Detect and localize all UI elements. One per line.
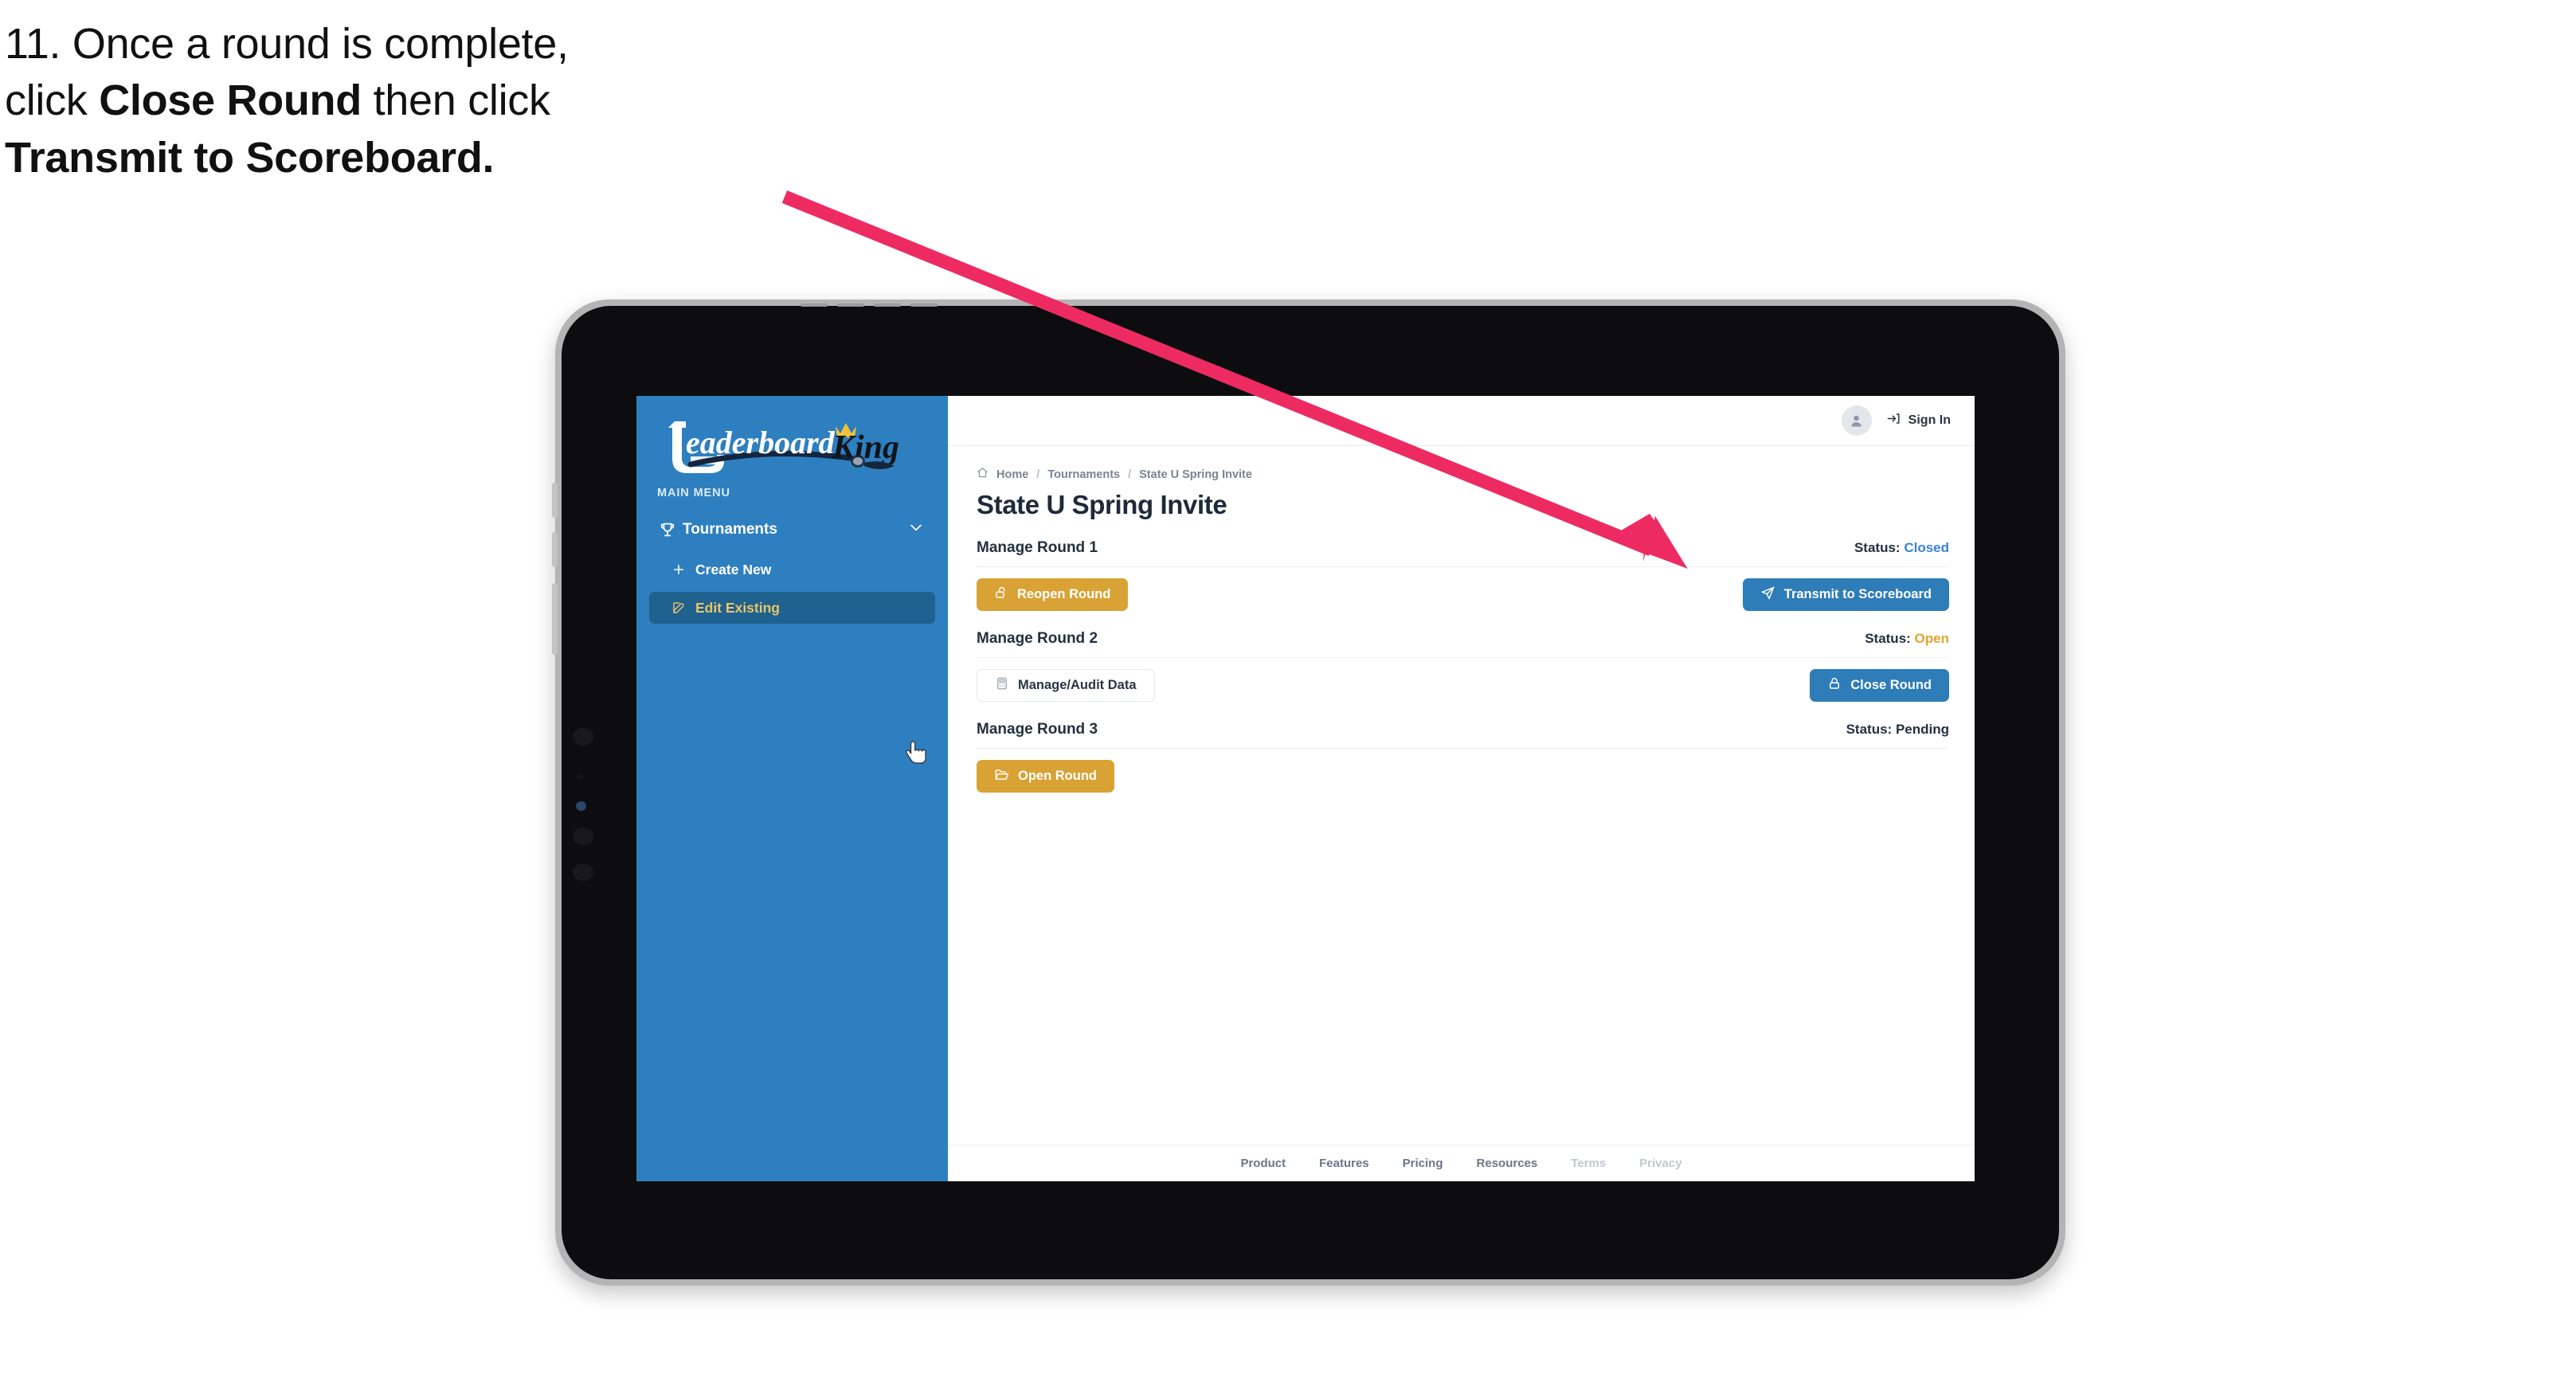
divider	[977, 657, 1949, 658]
tablet-side-button[interactable]	[552, 483, 558, 518]
calculator-icon	[995, 676, 1009, 695]
tablet-sensor	[573, 828, 593, 845]
app-logo[interactable]: eaderboard King	[636, 396, 948, 476]
top-bar: Sign In	[948, 396, 1975, 446]
caption-line-1-text: 11. Once a round is complete,	[5, 20, 569, 68]
breadcrumb-separator: /	[1128, 468, 1132, 481]
sidebar-item-create-new[interactable]: Create New	[649, 554, 935, 585]
leaderboardking-logo-icon: eaderboard King	[668, 417, 899, 473]
caption-line-1: 11. Once a round is complete,	[5, 16, 849, 72]
transmit-to-scoreboard-button[interactable]: Transmit to Scoreboard	[1742, 578, 1949, 611]
caption-line-3-bold: Transmit to Scoreboard.	[5, 133, 495, 182]
caption-line-2-bold: Close Round	[99, 76, 362, 125]
user-avatar-icon[interactable]	[1841, 405, 1872, 436]
sidebar: eaderboard King MAIN MENU Tournaments Cr…	[636, 396, 948, 1181]
caption-line-2-post: then click	[361, 76, 550, 125]
footer-link-resources[interactable]: Resources	[1477, 1157, 1538, 1170]
round-3-name: Manage Round 3	[977, 721, 1098, 738]
page-content: Home / Tournaments / State U Spring Invi…	[948, 446, 1975, 1145]
sidebar-item-tournaments[interactable]: Tournaments	[649, 512, 935, 547]
round-2-status: Status: Open	[1865, 631, 1949, 647]
close-round-label: Close Round	[1850, 678, 1932, 692]
plus-icon	[671, 562, 695, 577]
sidebar-section-label: MAIN MENU	[657, 487, 730, 499]
footer-link-terms[interactable]: Terms	[1571, 1157, 1606, 1170]
footer-link-privacy[interactable]: Privacy	[1639, 1157, 1681, 1170]
round-2-status-value: Open	[1914, 631, 1949, 646]
open-round-label: Open Round	[1018, 769, 1097, 783]
footer-link-features[interactable]: Features	[1319, 1157, 1369, 1170]
unlock-icon	[994, 585, 1008, 604]
reopen-round-button[interactable]: Reopen Round	[977, 578, 1129, 611]
tablet-sensor	[577, 773, 584, 779]
round-header: Manage Round 3 Status: Pending	[977, 721, 1949, 738]
sidebar-item-edit-existing[interactable]: Edit Existing	[649, 592, 935, 624]
sign-in-button[interactable]: Sign In	[1886, 411, 1951, 430]
divider	[977, 566, 1949, 567]
sidebar-item-create-new-label: Create New	[695, 561, 772, 578]
open-round-button[interactable]: Open Round	[977, 760, 1114, 793]
caption-line-2: click Close Round then click	[5, 72, 849, 129]
edit-pencil-icon	[671, 601, 695, 615]
round-3-status-value: Pending	[1895, 722, 1949, 737]
round-2-name: Manage Round 2	[977, 630, 1098, 647]
svg-text:King: King	[832, 429, 899, 466]
main-content: Sign In Home / Tournaments / State U Spr…	[948, 396, 1975, 1181]
reopen-round-label: Reopen Round	[1017, 587, 1111, 601]
round-block-3: Manage Round 3 Status: Pending Open Roun…	[977, 721, 1949, 793]
round-3-status-label: Status:	[1846, 722, 1893, 737]
round-2-actions: Manage/Audit Data Close Round	[977, 669, 1949, 702]
round-block-2: Manage Round 2 Status: Open Manage/Audit…	[977, 630, 1949, 702]
round-2-status-label: Status:	[1865, 631, 1911, 646]
trophy-icon	[659, 521, 683, 538]
tablet-volume-up-button[interactable]	[552, 532, 558, 567]
home-icon[interactable]	[977, 467, 989, 482]
round-3-actions: Open Round	[977, 760, 1949, 793]
round-header: Manage Round 2 Status: Open	[977, 630, 1949, 648]
breadcrumb: Home / Tournaments / State U Spring Invi…	[977, 467, 1949, 482]
divider	[977, 748, 1949, 749]
round-1-status-label: Status:	[1854, 540, 1901, 555]
round-1-status: Status: Closed	[1854, 540, 1949, 556]
open-folder-icon	[994, 767, 1009, 786]
footer-link-product[interactable]: Product	[1240, 1157, 1286, 1170]
close-round-button[interactable]: Close Round	[1810, 669, 1949, 702]
tablet-volume-down-button[interactable]	[552, 583, 558, 655]
caption-line-2-pre: click	[5, 76, 100, 125]
sidebar-nav-group: Tournaments Create New Edit Existing	[636, 512, 948, 624]
footer-link-pricing[interactable]: Pricing	[1403, 1157, 1443, 1170]
sidebar-item-tournaments-label: Tournaments	[683, 521, 777, 538]
app-screen: eaderboard King MAIN MENU Tournaments Cr…	[636, 396, 1975, 1181]
round-3-status: Status: Pending	[1846, 722, 1949, 738]
breadcrumb-item-current: State U Spring Invite	[1139, 468, 1252, 481]
screenshot-root: 11. Once a round is complete, click Clos…	[0, 0, 2576, 1386]
tablet-top-speaker	[801, 303, 1215, 308]
round-1-status-value: Closed	[1904, 540, 1949, 555]
mouse-cursor-pointer	[906, 740, 928, 771]
caption-line-3: Transmit to Scoreboard.	[5, 130, 849, 186]
breadcrumb-item-home[interactable]: Home	[996, 468, 1028, 481]
footer: Product Features Pricing Resources Terms…	[948, 1145, 1975, 1181]
tablet-camera-icon	[576, 801, 586, 811]
breadcrumb-separator: /	[1036, 468, 1040, 481]
sign-in-label: Sign In	[1908, 413, 1951, 427]
tablet-sensor	[573, 728, 593, 746]
page-title: State U Spring Invite	[977, 490, 1227, 519]
transmit-to-scoreboard-label: Transmit to Scoreboard	[1783, 587, 1932, 601]
instruction-caption: 11. Once a round is complete, click Clos…	[5, 16, 849, 186]
sidebar-item-edit-existing-label: Edit Existing	[695, 599, 780, 616]
breadcrumb-item-tournaments[interactable]: Tournaments	[1047, 468, 1120, 481]
manage-audit-data-button[interactable]: Manage/Audit Data	[977, 669, 1155, 702]
round-1-name: Manage Round 1	[977, 539, 1098, 556]
round-1-actions: Reopen Round Transmit to Scoreboard	[977, 578, 1949, 611]
svg-text:eaderboard: eaderboard	[686, 425, 836, 460]
chevron-down-icon[interactable]	[908, 519, 924, 540]
round-block-1: Manage Round 1 Status: Closed Reopen Rou…	[977, 539, 1949, 611]
tablet-sensor	[573, 863, 593, 881]
login-arrow-icon	[1886, 411, 1901, 430]
manage-audit-data-label: Manage/Audit Data	[1018, 678, 1137, 692]
paper-plane-icon	[1760, 585, 1775, 605]
round-header: Manage Round 1 Status: Closed	[977, 539, 1949, 557]
lock-icon	[1827, 676, 1842, 695]
